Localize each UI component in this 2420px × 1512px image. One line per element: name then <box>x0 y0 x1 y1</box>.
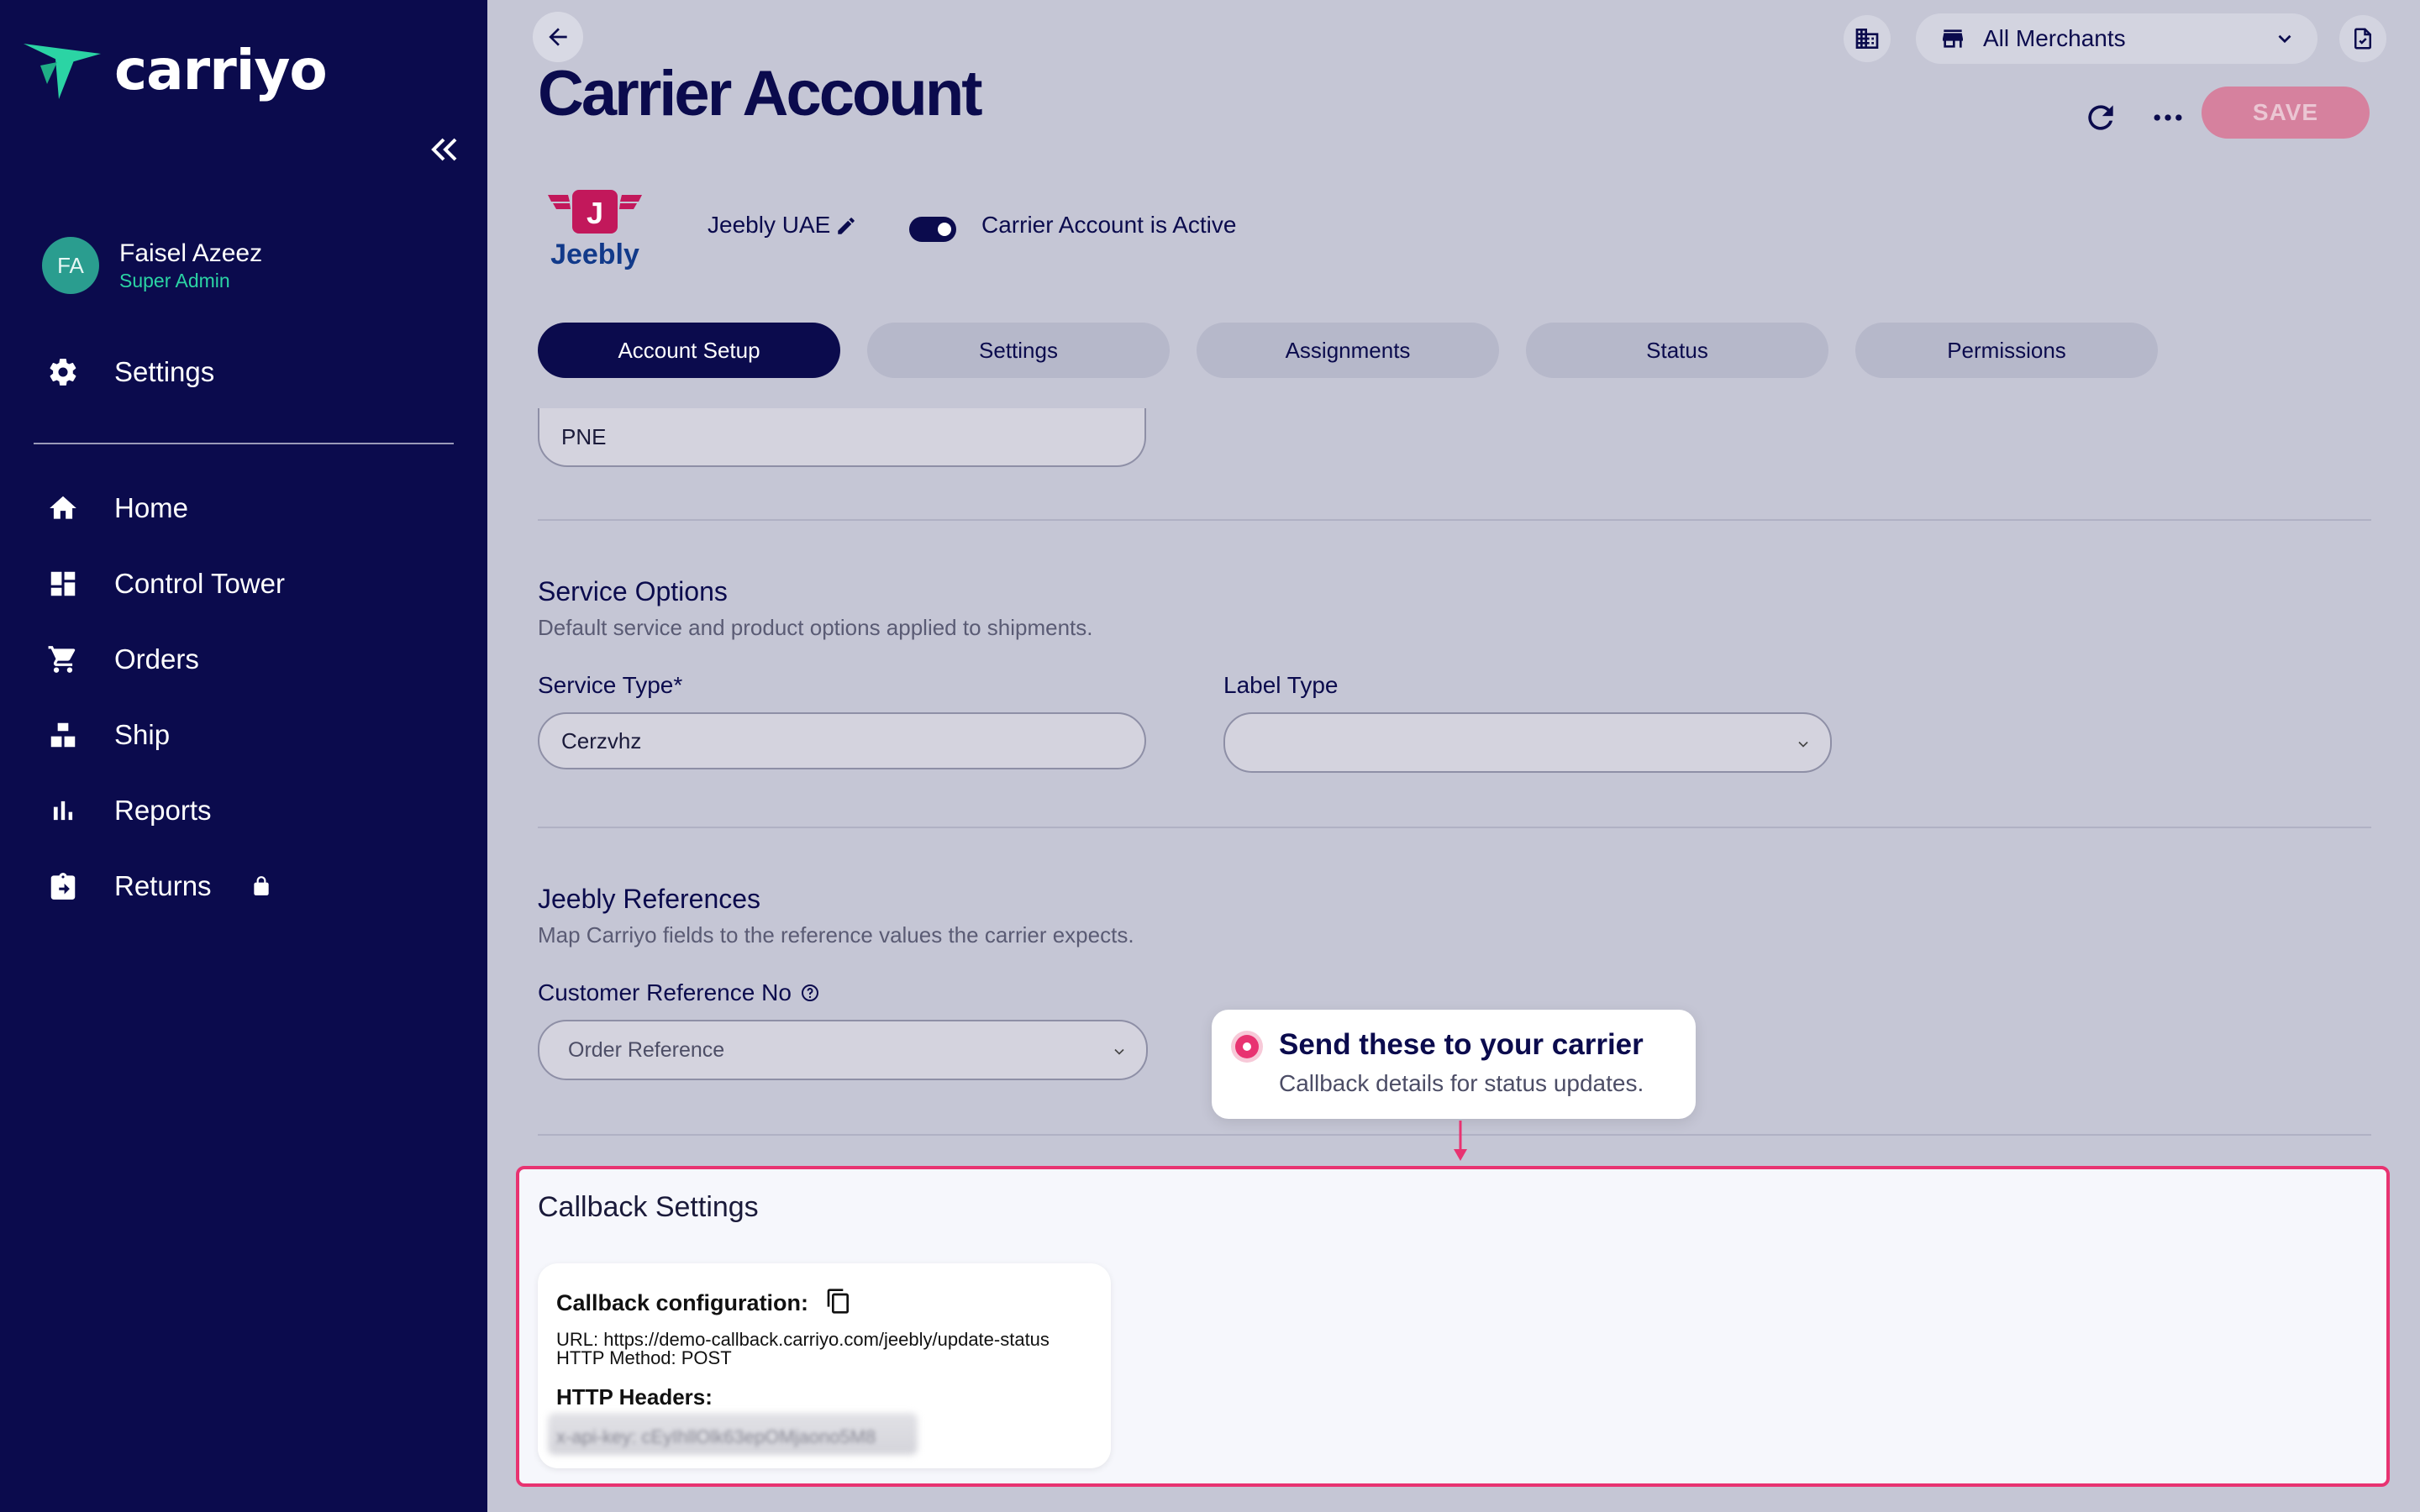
sidebar-item-label: Orders <box>114 643 199 675</box>
sidebar-item-reports[interactable]: Reports <box>47 795 212 827</box>
tab-assignments[interactable]: Assignments <box>1197 323 1499 378</box>
sidebar-item-home[interactable]: Home <box>47 492 188 524</box>
tab-settings[interactable]: Settings <box>867 323 1170 378</box>
lock-icon <box>253 876 269 895</box>
callback-method: HTTP Method: POST <box>556 1347 732 1368</box>
carrier-active-label: Carrier Account is Active <box>981 212 1237 238</box>
building-icon <box>1855 29 1879 49</box>
gear-icon <box>50 359 76 386</box>
sidebar-item-control-tower[interactable]: Control Tower <box>47 568 285 600</box>
avatar: FA <box>42 237 99 294</box>
sidebar-item-settings[interactable]: Settings <box>47 356 214 388</box>
service-options-title: Service Options <box>538 576 728 606</box>
page-title: Carrier Account <box>538 58 983 129</box>
more-options-icon[interactable] <box>2148 99 2188 136</box>
collapse-sidebar-icon[interactable] <box>427 133 460 166</box>
carrier-active-toggle[interactable] <box>909 217 956 242</box>
home-icon <box>50 496 76 519</box>
merchant-select[interactable]: All Merchants <box>1916 13 2317 64</box>
chevron-down-icon <box>1114 1048 1124 1055</box>
sidebar-divider <box>34 443 454 444</box>
store-icon <box>1943 29 1963 48</box>
carrier-logo-letter: J <box>587 196 603 230</box>
customer-reference-value: Order Reference <box>568 1037 725 1062</box>
customer-reference-label: Customer Reference No <box>538 979 792 1005</box>
callout-text: Callback details for status updates. <box>1279 1070 1644 1096</box>
customer-reference-label-row: Customer Reference No <box>538 979 820 1006</box>
main-content: Carrier Account All Merchants SAVE J Jee… <box>487 0 2420 1512</box>
tab-permissions[interactable]: Permissions <box>1855 323 2158 378</box>
logo-wordmark: carriyo <box>114 38 328 102</box>
document-check-icon <box>2354 28 2371 50</box>
tab-status[interactable]: Status <box>1526 323 1828 378</box>
sidebar-item-label: Ship <box>114 719 171 750</box>
user-name: Faisel Azeez <box>119 239 263 267</box>
user-role: Super Admin <box>119 270 230 291</box>
service-type-value: Cerzvhz <box>561 727 642 753</box>
callout-title: Send these to your carrier <box>1279 1028 1644 1061</box>
section-divider <box>538 519 2371 521</box>
pne-field[interactable]: PNE <box>538 408 1146 467</box>
ship-icon <box>50 722 76 748</box>
section-divider <box>538 827 2371 828</box>
service-type-label: Service Type* <box>538 672 683 698</box>
sidebar-item-label: Settings <box>114 356 215 387</box>
callout-tooltip: Send these to your carrier Callback deta… <box>1212 1010 1696 1119</box>
help-icon[interactable] <box>800 983 820 1003</box>
sidebar-item-label: Control Tower <box>114 568 285 599</box>
carrier-logo-wordmark: Jeebly <box>550 239 639 270</box>
jeebly-logo-icon: J Jeebly <box>548 190 642 270</box>
label-type-select[interactable] <box>1223 712 1832 773</box>
cart-icon <box>48 646 76 673</box>
merchant-select-value: All Merchants <box>1983 25 2126 51</box>
sidebar: carriyo FA Faisel Azeez Super Admin Sett… <box>0 0 487 1512</box>
sidebar-item-ship[interactable]: Ship <box>47 719 170 751</box>
callback-headers-value: x-api-key: cEyIhllOlk63epOMjaono5M8 <box>556 1426 876 1447</box>
returns-icon <box>50 873 76 900</box>
references-title: Jeebly References <box>538 884 761 914</box>
service-options-description: Default service and product options appl… <box>538 615 1093 640</box>
references-description: Map Carriyo fields to the reference valu… <box>538 922 1134 948</box>
label-type-label: Label Type <box>1223 672 1339 698</box>
callback-settings-title: Callback Settings <box>538 1191 759 1223</box>
organization-button[interactable] <box>1844 15 1891 62</box>
toggle-knob <box>938 223 951 236</box>
chevron-down-icon <box>1798 741 1808 748</box>
pne-field-value: PNE <box>561 423 607 449</box>
pencil-icon[interactable] <box>835 215 857 237</box>
sidebar-item-label: Home <box>114 492 189 523</box>
callback-config-card: Callback configuration: URL: https://dem… <box>538 1263 1111 1468</box>
carrier-logo: J Jeebly <box>544 186 645 270</box>
sidebar-item-orders[interactable]: Orders <box>47 643 199 675</box>
chevron-down-icon <box>2278 34 2291 44</box>
save-button[interactable]: SAVE <box>2202 87 2370 139</box>
refresh-icon[interactable] <box>2082 99 2119 136</box>
sidebar-item-label: Returns <box>114 870 212 901</box>
back-button[interactable] <box>533 12 583 62</box>
document-button[interactable] <box>2339 15 2386 62</box>
service-type-input[interactable]: Cerzvhz <box>538 712 1146 769</box>
callout-dot-icon <box>1235 1035 1259 1058</box>
callback-config-label: Callback configuration: <box>556 1290 809 1315</box>
sidebar-item-returns[interactable]: Returns <box>47 870 272 902</box>
sidebar-item-label: Reports <box>114 795 212 826</box>
dashboard-icon <box>50 571 76 596</box>
tab-account-setup[interactable]: Account Setup <box>538 323 840 378</box>
customer-reference-select[interactable]: Order Reference <box>538 1020 1148 1080</box>
arrow-left-icon <box>549 28 567 46</box>
carriyo-logo[interactable]: carriyo <box>22 38 328 102</box>
callback-headers-label: HTTP Headers: <box>556 1384 713 1410</box>
callout-arrow-icon <box>1454 1121 1467 1161</box>
bar-chart-icon <box>53 801 73 821</box>
carrier-name: Jeebly UAE <box>708 212 831 238</box>
carriyo-bird-icon <box>24 44 101 99</box>
copy-icon[interactable] <box>825 1287 852 1315</box>
user-profile[interactable]: FA Faisel Azeez Super Admin <box>42 237 262 294</box>
